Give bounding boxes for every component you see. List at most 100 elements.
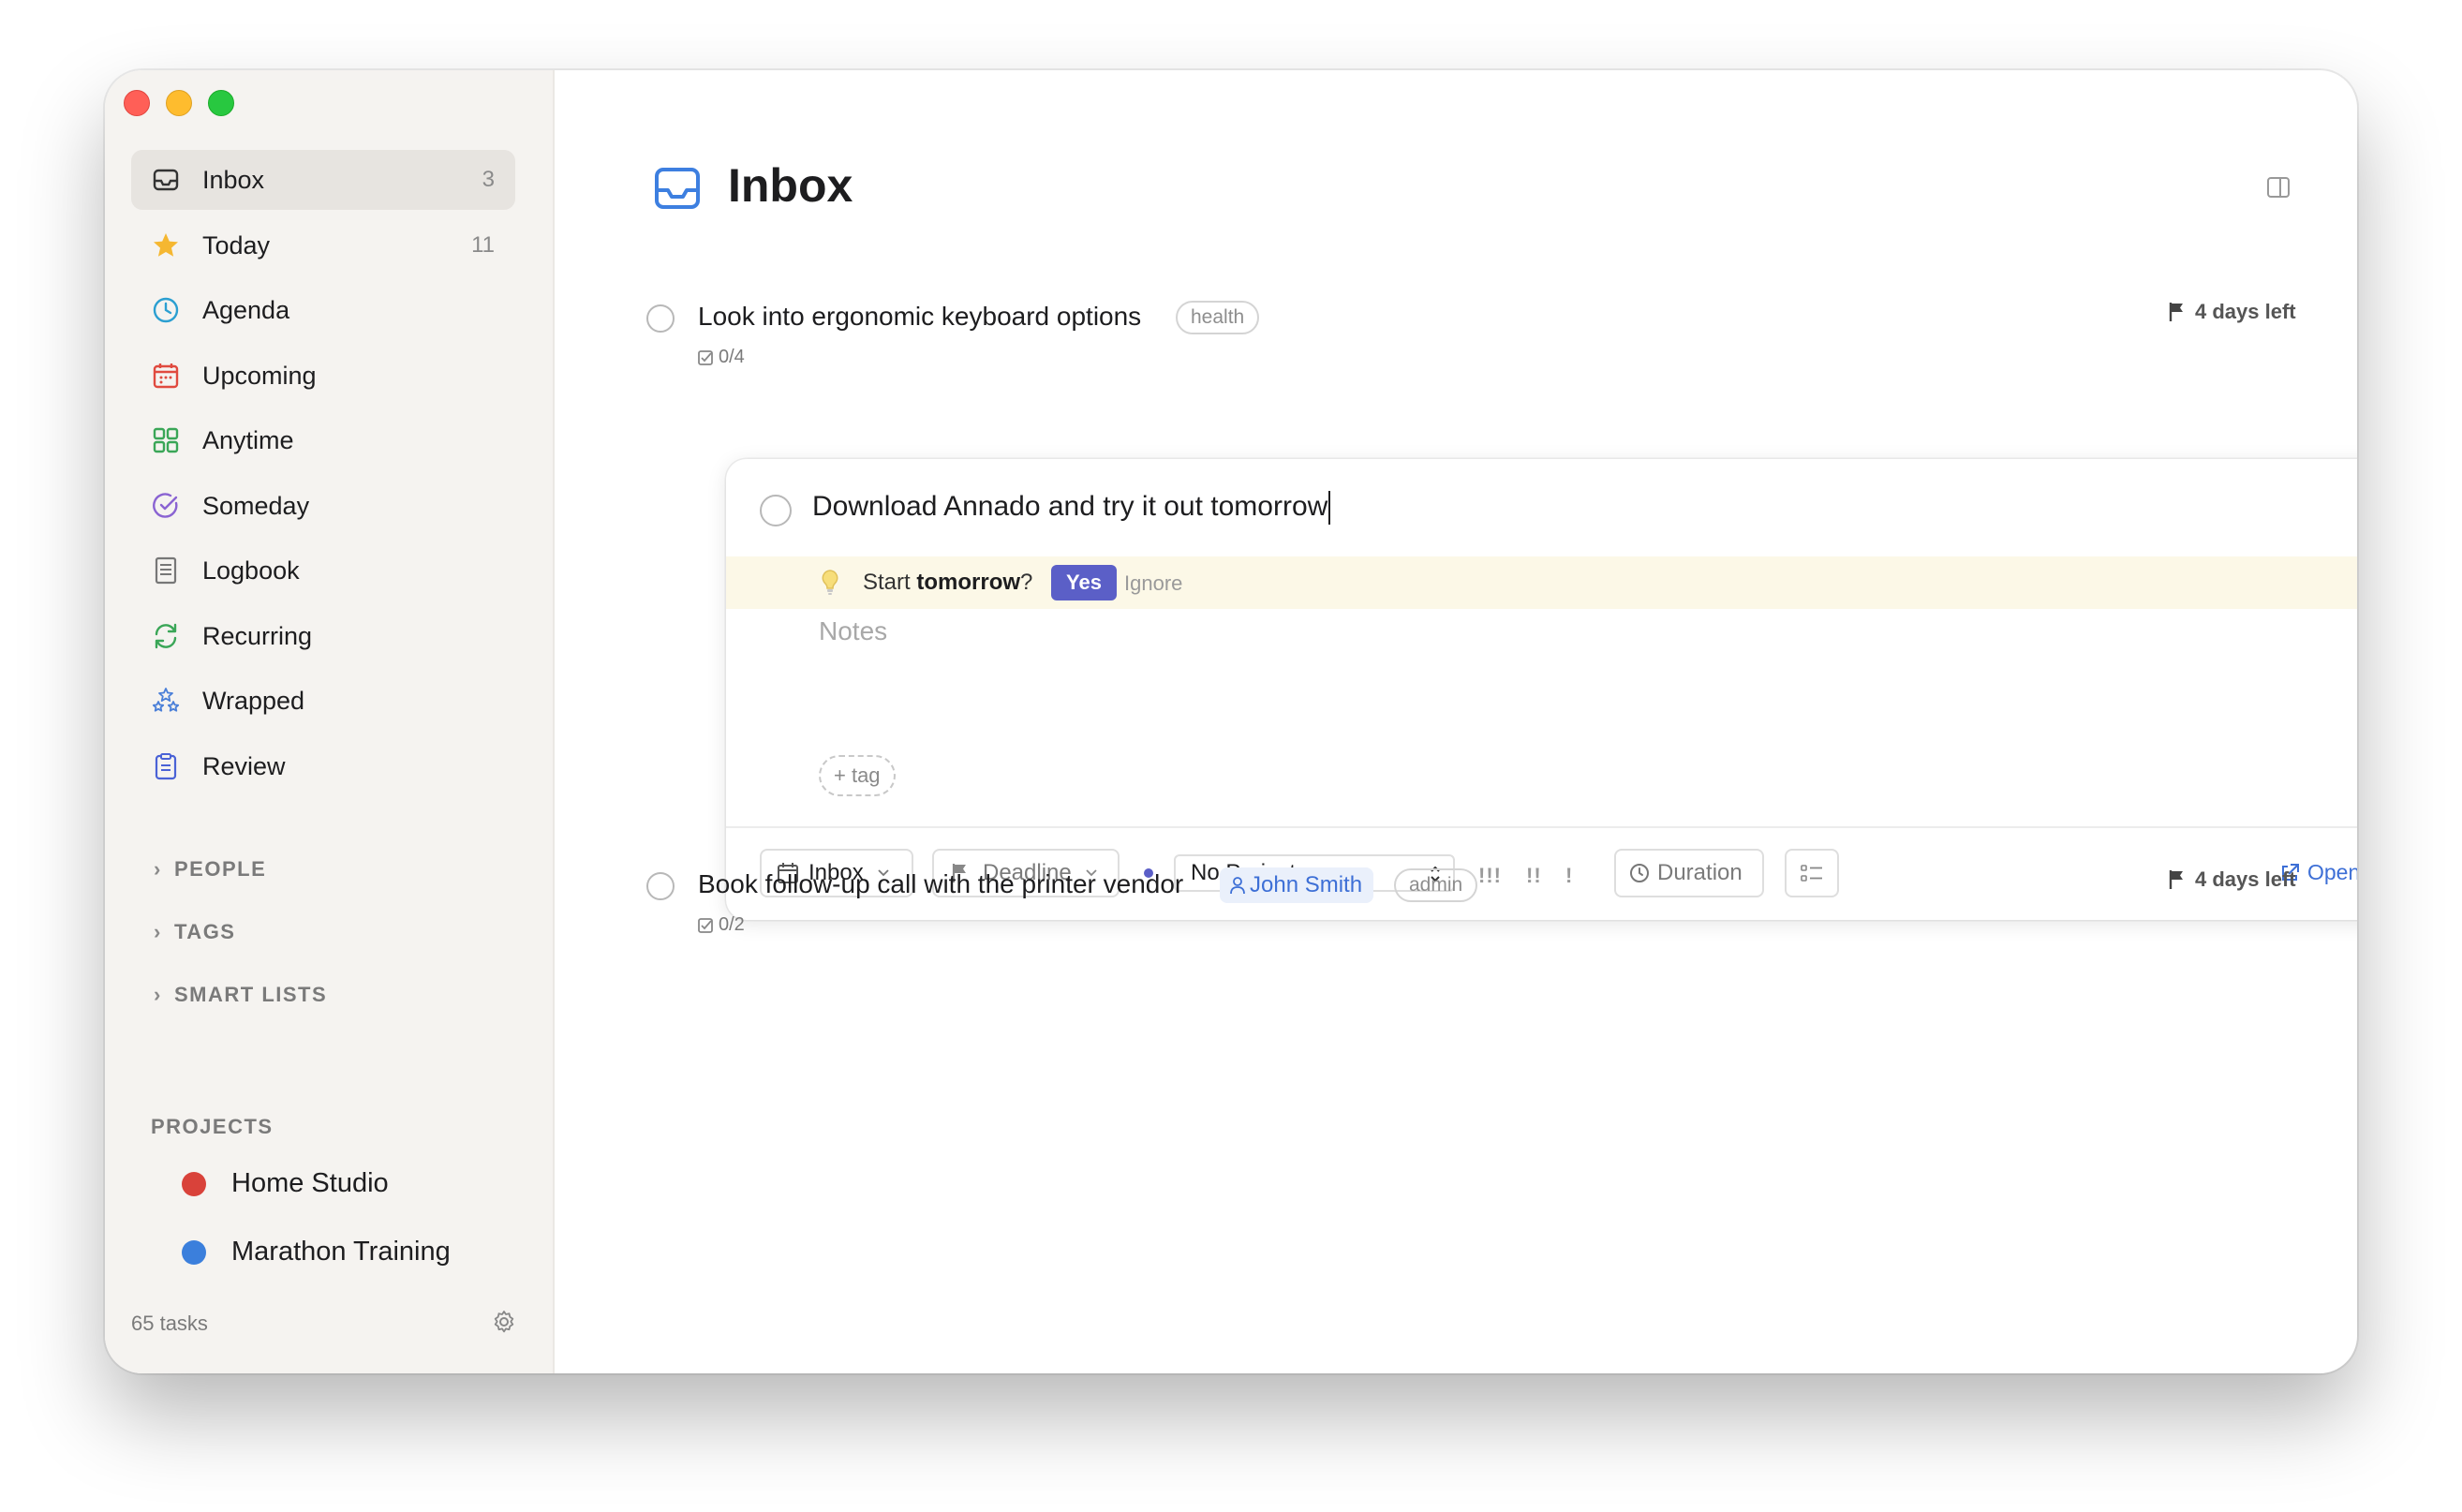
chevron-right-icon: › bbox=[154, 857, 162, 881]
sidebar-item-today[interactable]: Today 11 bbox=[131, 215, 515, 275]
clock-icon bbox=[1630, 864, 1649, 882]
arc-check-icon bbox=[153, 493, 178, 518]
sidebar-item-label: Review bbox=[202, 751, 286, 780]
task-title[interactable]: Book follow-up call with the printer ven… bbox=[698, 869, 1183, 899]
grid-icon bbox=[153, 427, 179, 453]
suggestion-text: Start tomorrow? bbox=[863, 570, 1032, 596]
sidebar-item-label: Upcoming bbox=[202, 361, 317, 390]
sidebar-item-inbox[interactable]: Inbox 3 bbox=[131, 150, 515, 210]
checklist-button[interactable] bbox=[1785, 849, 1839, 897]
repeat-icon bbox=[155, 623, 177, 649]
clipboard-icon bbox=[155, 753, 177, 780]
sidebar-item-someday[interactable]: Someday bbox=[131, 476, 515, 536]
person-name: John Smith bbox=[1250, 872, 1363, 897]
task-editor-card: Download Annado and try it out tomorrow … bbox=[726, 459, 2357, 920]
flag-icon bbox=[2169, 870, 2183, 889]
star-icon bbox=[154, 233, 178, 257]
subtask-count: 0/2 bbox=[698, 914, 745, 936]
suggestion-date: tomorrow bbox=[916, 570, 1021, 595]
sidebar-item-label: Today bbox=[202, 230, 271, 259]
sidebar-item-upcoming[interactable]: Upcoming bbox=[131, 346, 515, 406]
app-window: Inbox 3 Today 11 Agenda Upcoming Anytime… bbox=[105, 70, 2357, 1373]
section-label: TAGS bbox=[174, 920, 236, 943]
sidebar-item-label: Someday bbox=[202, 491, 310, 520]
sidebar-item-anytime[interactable]: Anytime bbox=[131, 410, 515, 470]
stars-icon bbox=[152, 688, 180, 712]
gear-icon[interactable] bbox=[491, 1309, 517, 1335]
divider bbox=[726, 826, 2357, 828]
sidebar-item-count: 11 bbox=[471, 232, 495, 258]
sidebar-item-recurring[interactable]: Recurring bbox=[131, 606, 515, 666]
window-minimize-button[interactable] bbox=[166, 90, 192, 116]
sidebar-item-label: Anytime bbox=[202, 425, 294, 454]
flag-icon bbox=[2169, 303, 2183, 321]
sidebar-item-wrapped[interactable]: Wrapped bbox=[131, 671, 515, 731]
duration-label: Duration bbox=[1657, 860, 1743, 885]
suggestion-suffix: ? bbox=[1020, 570, 1033, 595]
lightbulb-icon bbox=[822, 570, 838, 595]
section-tags[interactable]: › TAGS bbox=[154, 920, 235, 944]
tag-pill[interactable]: health bbox=[1176, 301, 1260, 334]
subtask-count-text: 0/4 bbox=[719, 347, 745, 367]
suggestion-prefix: Start bbox=[863, 570, 917, 595]
calendar-icon bbox=[153, 363, 179, 389]
section-smart-lists[interactable]: › SMART LISTS bbox=[154, 983, 327, 1007]
sidebar-item-agenda[interactable]: Agenda bbox=[131, 280, 515, 340]
chevron-right-icon: › bbox=[154, 983, 162, 1006]
duration-button[interactable]: Duration bbox=[1614, 849, 1764, 897]
priority-low-button[interactable]: ! bbox=[1565, 864, 1573, 888]
sidebar-toggle-icon[interactable] bbox=[2266, 176, 2291, 199]
open-file-label: Open file bbox=[2307, 860, 2357, 884]
section-people[interactable]: › PEOPLE bbox=[154, 857, 266, 882]
task-checkbox[interactable] bbox=[646, 872, 675, 900]
book-icon bbox=[155, 556, 177, 585]
window-close-button[interactable] bbox=[124, 90, 150, 116]
clock-icon bbox=[153, 297, 179, 323]
priority-medium-button[interactable]: !! bbox=[1526, 864, 1542, 888]
sidebar-item-label: Logbook bbox=[202, 556, 300, 585]
ignore-suggestion-button[interactable]: Ignore bbox=[1124, 571, 1182, 596]
window-zoom-button[interactable] bbox=[208, 90, 234, 116]
task-checkbox[interactable] bbox=[646, 304, 675, 333]
chevron-right-icon: › bbox=[154, 920, 162, 943]
person-icon bbox=[1230, 877, 1245, 895]
sidebar-item-review[interactable]: Review bbox=[131, 736, 515, 796]
project-marathon-training[interactable]: Marathon Training bbox=[182, 1237, 451, 1267]
tag-pill[interactable]: admin bbox=[1394, 868, 1478, 902]
task-title-text: Download Annado and try it out tomorrow bbox=[812, 491, 1328, 522]
date-suggestion-banner: Start tomorrow? Yes Ignore bbox=[726, 556, 2357, 609]
section-label: SMART LISTS bbox=[174, 983, 328, 1006]
task-title-input[interactable]: Download Annado and try it out tomorrow bbox=[812, 491, 1331, 526]
project-color-dot bbox=[182, 1171, 206, 1196]
deadline-badge: 4 days left bbox=[2169, 867, 2296, 892]
deadline-text: 4 days left bbox=[2195, 300, 2296, 323]
text-caret bbox=[1328, 491, 1331, 526]
sidebar-item-label: Recurring bbox=[202, 621, 313, 650]
checklist-icon bbox=[698, 349, 713, 365]
section-label: PEOPLE bbox=[174, 857, 267, 881]
deadline-badge: 4 days left bbox=[2169, 300, 2296, 324]
inbox-icon bbox=[153, 169, 179, 191]
project-home-studio[interactable]: Home Studio bbox=[182, 1168, 389, 1199]
project-label: Home Studio bbox=[231, 1168, 389, 1198]
accept-suggestion-button[interactable]: Yes bbox=[1051, 565, 1117, 600]
add-tag-button[interactable]: + tag bbox=[819, 755, 896, 796]
sidebar-item-logbook[interactable]: Logbook bbox=[131, 541, 515, 600]
task-title[interactable]: Look into ergonomic keyboard options bbox=[698, 302, 1141, 332]
sidebar-item-label: Agenda bbox=[202, 295, 290, 324]
projects-heading: PROJECTS bbox=[151, 1115, 274, 1138]
checklist-icon bbox=[698, 917, 713, 933]
priority-high-button[interactable]: !!! bbox=[1478, 864, 1502, 888]
subtask-count: 0/4 bbox=[698, 347, 745, 368]
inbox-icon bbox=[655, 168, 700, 209]
page-title: Inbox bbox=[728, 159, 853, 212]
person-pill[interactable]: John Smith bbox=[1220, 867, 1374, 903]
sidebar: Inbox 3 Today 11 Agenda Upcoming Anytime… bbox=[105, 70, 555, 1373]
checklist-icon bbox=[1801, 865, 1822, 882]
subtask-count-text: 0/2 bbox=[719, 914, 745, 935]
sidebar-item-label: Inbox bbox=[202, 165, 265, 194]
deadline-text: 4 days left bbox=[2195, 867, 2296, 891]
notes-input[interactable]: Notes bbox=[819, 616, 887, 646]
task-checkbox[interactable] bbox=[760, 495, 792, 526]
task-count: 65 tasks bbox=[131, 1312, 208, 1335]
